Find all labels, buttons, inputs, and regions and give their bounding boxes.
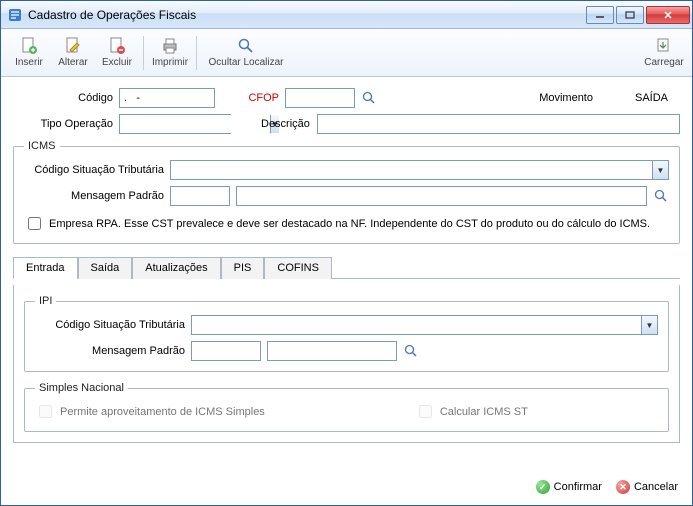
tabs: Entrada Saída Atualizações PIS COFINS — [13, 256, 680, 279]
icms-legend: ICMS — [24, 140, 60, 152]
imprimir-label: Imprimir — [152, 57, 188, 68]
icms-cst-select[interactable]: ▼ — [170, 160, 669, 180]
tab-saida[interactable]: Saída — [78, 257, 133, 279]
cfop-input[interactable] — [285, 88, 355, 108]
toolbar-separator — [196, 36, 197, 70]
ipi-msg-search-icon[interactable] — [403, 343, 419, 359]
carregar-label: Carregar — [644, 57, 683, 68]
icms-msg-desc-input — [236, 186, 647, 206]
window: Cadastro de Operações Fiscais Inserir Al… — [0, 0, 693, 506]
chevron-down-icon: ▼ — [652, 161, 668, 179]
tab-atualizacoes[interactable]: Atualizações — [132, 257, 220, 279]
tipo-operacao-select[interactable]: ▼ — [119, 114, 231, 134]
ipi-legend: IPI — [35, 295, 56, 307]
codigo-label: Código — [13, 92, 113, 104]
window-close-button[interactable] — [646, 6, 690, 24]
icms-msg-code-input[interactable] — [170, 186, 230, 206]
imprimir-button[interactable]: Imprimir — [148, 33, 192, 73]
ipi-msg-code-input[interactable] — [191, 341, 261, 361]
tipo-operacao-label: Tipo Operação — [13, 118, 113, 130]
icms-msg-label: Mensagem Padrão — [24, 190, 164, 202]
delete-doc-icon — [108, 37, 126, 55]
ipi-msg-desc-input — [267, 341, 397, 361]
simples-group: Simples Nacional Permite aproveitamento … — [24, 382, 669, 432]
simples-legend: Simples Nacional — [35, 382, 128, 394]
inserir-label: Inserir — [15, 57, 43, 68]
calcular-icms-st-label: Calcular ICMS ST — [440, 406, 528, 418]
cancelar-label: Cancelar — [634, 481, 678, 493]
toolbar-separator — [143, 36, 144, 70]
ocultar-localizar-button[interactable]: Ocultar Localizar — [201, 33, 291, 73]
alterar-button[interactable]: Alterar — [51, 33, 95, 73]
edit-doc-icon — [64, 37, 82, 55]
tab-entrada[interactable]: Entrada — [13, 257, 78, 279]
movimento-label: Movimento — [539, 92, 593, 104]
ipi-group: IPI Código Situação Tributária ▼ Mensage… — [24, 295, 669, 372]
magnifier-icon — [237, 37, 255, 55]
movimento-value: SAÍDA — [635, 92, 668, 104]
rpa-label: Empresa RPA. Esse CST prevalece e deve s… — [49, 218, 650, 230]
inserir-button[interactable]: Inserir — [7, 33, 51, 73]
icms-cst-label: Código Situação Tributária — [24, 164, 164, 176]
alterar-label: Alterar — [58, 57, 87, 68]
excluir-button[interactable]: Excluir — [95, 33, 139, 73]
carregar-button[interactable]: Carregar — [642, 33, 686, 73]
excluir-label: Excluir — [102, 57, 132, 68]
ipi-msg-label: Mensagem Padrão — [35, 345, 185, 357]
x-circle-icon: ✕ — [616, 480, 630, 494]
codigo-input[interactable] — [119, 88, 215, 108]
confirmar-button[interactable]: ✓ Confirmar — [536, 480, 602, 494]
window-minimize-button[interactable] — [586, 6, 614, 24]
cfop-search-icon[interactable] — [361, 90, 377, 106]
tab-pis[interactable]: PIS — [221, 257, 265, 279]
confirmar-label: Confirmar — [554, 481, 602, 493]
chevron-down-icon: ▼ — [641, 316, 657, 334]
descricao-label: Descrição — [261, 118, 311, 130]
footer: ✓ Confirmar ✕ Cancelar — [1, 469, 692, 505]
window-title: Cadastro de Operações Fiscais — [28, 8, 586, 22]
window-maximize-button[interactable] — [616, 6, 644, 24]
check-circle-icon: ✓ — [536, 480, 550, 494]
toolbar: Inserir Alterar Excluir Imprimir O — [1, 29, 692, 77]
permite-icms-label: Permite aproveitamento de ICMS Simples — [60, 406, 265, 418]
descricao-input[interactable] — [317, 114, 680, 134]
icms-group: ICMS Código Situação Tributária ▼ Mensag… — [13, 140, 680, 244]
print-icon — [161, 37, 179, 55]
load-icon — [655, 37, 673, 55]
calcular-icms-st-checkbox — [419, 405, 432, 418]
cancelar-button[interactable]: ✕ Cancelar — [616, 480, 678, 494]
app-icon — [7, 7, 23, 23]
tab-cofins[interactable]: COFINS — [264, 257, 332, 279]
content: Código CFOP Movimento SAÍDA Tipo Operaçã… — [1, 77, 692, 469]
ipi-cst-label: Código Situação Tributária — [35, 319, 185, 331]
permite-icms-checkbox — [39, 405, 52, 418]
tab-panel-entrada: IPI Código Situação Tributária ▼ Mensage… — [13, 285, 680, 443]
rpa-checkbox[interactable] — [28, 217, 41, 230]
new-doc-icon — [20, 37, 38, 55]
titlebar: Cadastro de Operações Fiscais — [1, 1, 692, 29]
ocultar-label: Ocultar Localizar — [208, 57, 283, 68]
cfop-label: CFOP — [245, 92, 279, 104]
ipi-cst-select[interactable]: ▼ — [191, 315, 658, 335]
icms-msg-search-icon[interactable] — [653, 188, 669, 204]
